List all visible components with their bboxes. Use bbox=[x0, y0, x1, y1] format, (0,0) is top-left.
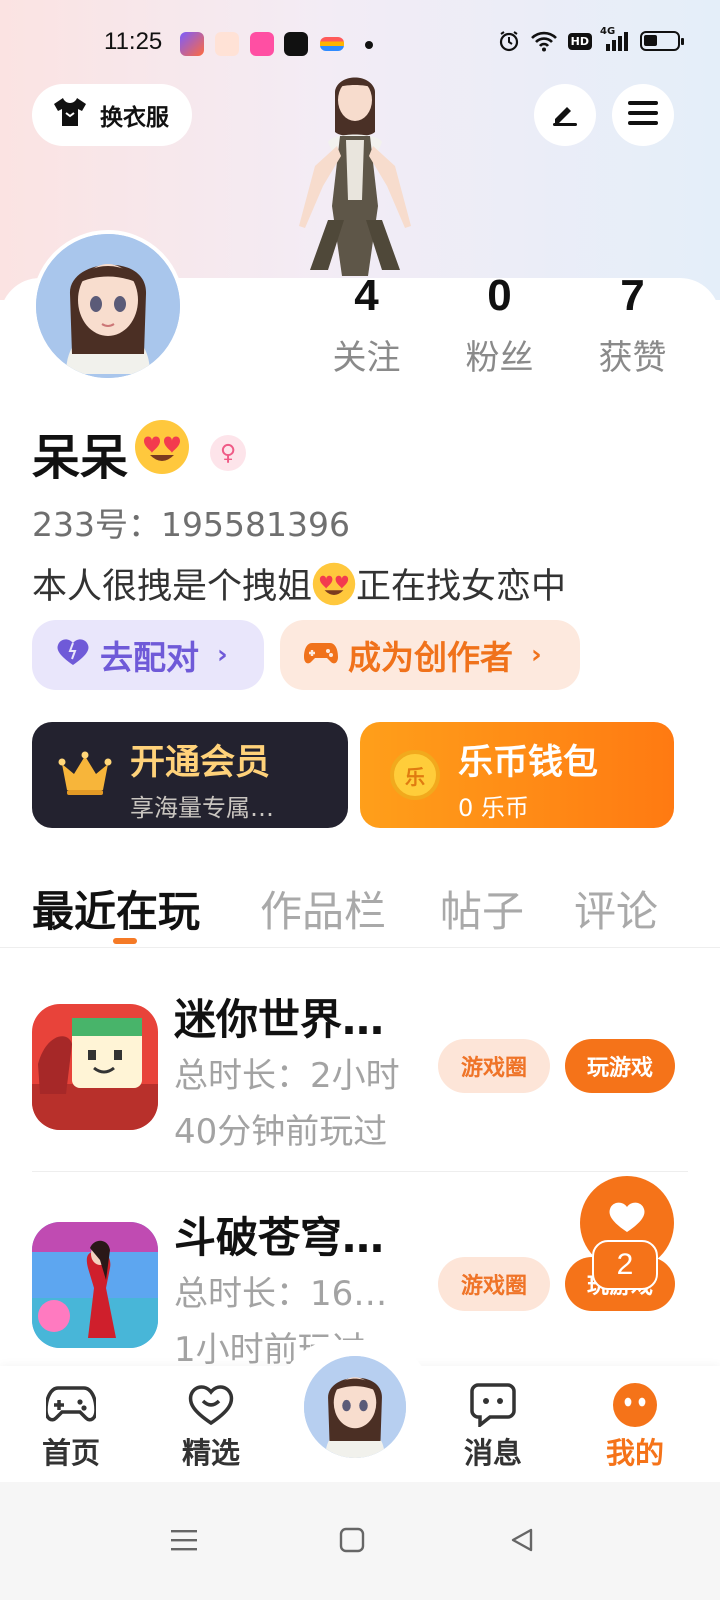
more-notifications-dot bbox=[365, 41, 373, 49]
heart-icon bbox=[608, 1200, 646, 1238]
vip-subtitle: 享海量专属… bbox=[130, 794, 274, 822]
game-name: 迷你世界… bbox=[174, 995, 385, 1044]
stat-followers[interactable]: 0 粉丝 bbox=[433, 270, 566, 379]
heart-eyes-emoji-icon bbox=[312, 562, 356, 606]
bio-text: 正在找女恋中 bbox=[356, 567, 567, 607]
change-outfit-button[interactable]: 换衣服 bbox=[32, 84, 192, 146]
gamepad-icon bbox=[304, 636, 338, 675]
signal-icon: 4G bbox=[600, 26, 630, 52]
stat-label: 粉丝 bbox=[465, 338, 534, 378]
username: 呆呆 bbox=[32, 430, 129, 486]
coin-icon: 乐 bbox=[390, 750, 440, 800]
game-name: 斗破苍穹… bbox=[174, 1213, 385, 1262]
stat-likes[interactable]: 7 获赞 bbox=[566, 270, 699, 379]
heart-chat-icon bbox=[166, 1382, 256, 1428]
stat-label: 获赞 bbox=[598, 338, 667, 378]
network-type: 4G bbox=[600, 26, 616, 37]
nav-messages[interactable]: 消息 bbox=[448, 1382, 538, 1472]
app-notification-icon bbox=[215, 32, 239, 56]
menu-button[interactable] bbox=[612, 84, 674, 146]
heart-eyes-emoji-icon bbox=[134, 419, 190, 487]
tshirt-icon bbox=[52, 96, 88, 134]
bio: 本人很拽是个拽姐 正在找女恋中 bbox=[32, 558, 566, 609]
edit-profile-button[interactable] bbox=[534, 84, 596, 146]
status-bar: 11:25 HD 4G bbox=[0, 22, 720, 68]
tab-works[interactable]: 作品栏 bbox=[260, 878, 386, 939]
nav-me[interactable]: 我的 bbox=[590, 1382, 680, 1472]
crown-icon bbox=[58, 750, 112, 802]
become-creator-button[interactable]: 成为创作者 › bbox=[280, 620, 580, 690]
stat-following[interactable]: 4 关注 bbox=[300, 270, 433, 379]
alarm-icon bbox=[498, 30, 520, 52]
active-tab-indicator bbox=[113, 938, 137, 944]
female-gender-icon: ♀ bbox=[210, 435, 247, 471]
game-duration: 总时长：16… bbox=[174, 1274, 388, 1314]
avatar[interactable] bbox=[32, 230, 184, 382]
bio-text: 本人很拽是个拽姐 bbox=[32, 567, 313, 607]
recent-apps-icon[interactable] bbox=[154, 1510, 214, 1570]
nav-home[interactable]: 首页 bbox=[26, 1382, 116, 1472]
battery-icon bbox=[640, 31, 684, 51]
vip-membership-card[interactable]: 开通会员 享海量专属… bbox=[32, 722, 348, 828]
profile-tabs: 最近在玩 作品栏 帖子 评论 bbox=[0, 870, 720, 948]
hamburger-menu-icon bbox=[628, 100, 658, 130]
nav-label: 消息 bbox=[463, 1436, 522, 1470]
avatar-3d-button[interactable] bbox=[300, 1352, 410, 1462]
match-label: 去配对 bbox=[100, 638, 199, 677]
profile-face-icon bbox=[590, 1382, 680, 1428]
app-notification-icon bbox=[180, 32, 204, 56]
chevron-right-icon: › bbox=[217, 640, 228, 670]
edit-pen-icon bbox=[549, 97, 581, 133]
become-creator-label: 成为创作者 bbox=[348, 638, 513, 677]
gamepad-icon bbox=[26, 1382, 116, 1428]
play-game-button[interactable]: 玩游戏 bbox=[565, 1039, 675, 1093]
stat-number: 0 bbox=[487, 271, 512, 320]
profile-stats: 4 关注 0 粉丝 7 获赞 bbox=[300, 270, 700, 379]
list-item[interactable]: 迷你世界… 总时长：2小时 40分钟前玩过 游戏圈 玩游戏 bbox=[32, 972, 688, 1172]
chevron-right-icon: › bbox=[531, 640, 542, 670]
home-icon[interactable] bbox=[322, 1510, 382, 1570]
vip-title: 开通会员 bbox=[130, 743, 271, 783]
game-icon-mini-world[interactable] bbox=[32, 1004, 158, 1130]
stat-label: 关注 bbox=[332, 338, 401, 378]
status-time: 11:25 bbox=[104, 28, 163, 55]
stat-number: 7 bbox=[620, 271, 645, 320]
app-notification-icon bbox=[250, 32, 274, 56]
match-button[interactable]: 去配对 › bbox=[32, 620, 264, 690]
username-row: 呆呆 ♀ bbox=[32, 418, 247, 488]
like-count-badge: 2 bbox=[592, 1240, 658, 1290]
wallet-card[interactable]: 乐 乐币钱包 0 乐币 bbox=[360, 722, 674, 828]
game-duration: 总时长：2小时 bbox=[174, 1056, 400, 1096]
user-id[interactable]: 233号：195581396 bbox=[32, 498, 350, 546]
tab-posts[interactable]: 帖子 bbox=[440, 878, 524, 939]
wifi-icon bbox=[530, 30, 558, 52]
tiktok-notification-icon bbox=[284, 32, 308, 56]
nav-label: 首页 bbox=[41, 1436, 100, 1470]
tab-recently-played[interactable]: 最近在玩 bbox=[32, 878, 200, 939]
wallet-title: 乐币钱包 bbox=[458, 743, 599, 783]
game-last-played: 40分钟前玩过 bbox=[174, 1112, 388, 1152]
game-icon-doupo[interactable] bbox=[32, 1222, 158, 1348]
wallet-balance: 0 乐币 bbox=[458, 794, 529, 822]
stat-number: 4 bbox=[354, 271, 379, 320]
message-icon bbox=[448, 1382, 538, 1428]
nav-featured[interactable]: 精选 bbox=[166, 1382, 256, 1472]
game-circle-button[interactable]: 游戏圈 bbox=[438, 1257, 550, 1311]
app-notification-icon bbox=[320, 37, 344, 51]
nav-label: 精选 bbox=[181, 1436, 240, 1470]
game-circle-button[interactable]: 游戏圈 bbox=[438, 1039, 550, 1093]
avatar-3d-character[interactable] bbox=[280, 70, 430, 280]
change-outfit-label: 换衣服 bbox=[100, 105, 169, 131]
hd-icon: HD bbox=[567, 32, 592, 50]
back-icon[interactable] bbox=[492, 1510, 552, 1570]
tab-comments[interactable]: 评论 bbox=[574, 878, 658, 939]
nav-label: 我的 bbox=[605, 1436, 664, 1470]
system-navigation-bar bbox=[0, 1482, 720, 1600]
heart-icon bbox=[56, 636, 90, 675]
